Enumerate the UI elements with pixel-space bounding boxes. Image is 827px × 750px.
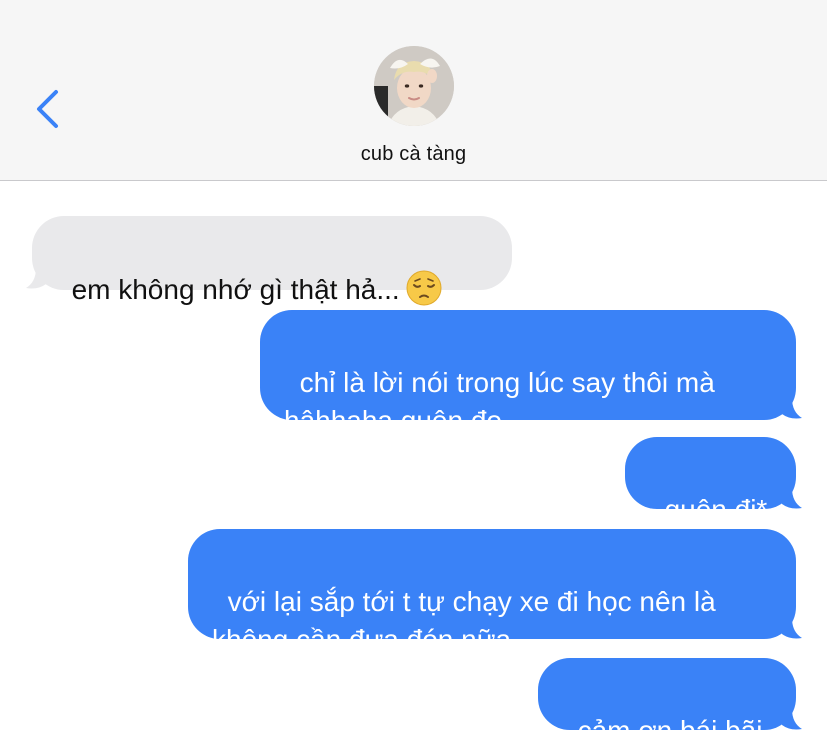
- message-text: chỉ là lời nói trong lúc say thôi mà hâh…: [284, 367, 715, 436]
- message-text: cảm ơn bái bãi: [577, 715, 763, 746]
- message-bubble-outgoing[interactable]: với lại sắp tới t tự chạy xe đi học nên …: [188, 529, 796, 655]
- message-text: với lại sắp tới t tự chạy xe đi học nên …: [212, 586, 716, 655]
- message-text: em không nhớ gì thật hả...: [71, 274, 400, 305]
- outgoing-bubble-tail: [782, 618, 802, 639]
- outgoing-bubble-tail: [782, 488, 802, 509]
- message-bubble-outgoing[interactable]: cảm ơn bái bãi: [538, 658, 796, 746]
- pensive-face-icon: [406, 270, 442, 306]
- message-bubble-incoming[interactable]: em không nhớ gì thật hả...: [32, 216, 512, 306]
- message-text: quên đi*: [664, 494, 768, 525]
- message-bubble-outgoing[interactable]: chỉ là lời nói trong lúc say thôi mà hâh…: [260, 310, 796, 436]
- back-chevron-icon[interactable]: [30, 86, 70, 132]
- conversation-header: cub cà tàng: [0, 0, 827, 181]
- message-bubble-outgoing[interactable]: quên đi*: [625, 437, 796, 525]
- contact-avatar[interactable]: [374, 46, 454, 126]
- outgoing-bubble-tail: [782, 398, 802, 419]
- outgoing-bubble-tail: [782, 709, 802, 730]
- contact-name[interactable]: cub cà tàng: [0, 143, 827, 166]
